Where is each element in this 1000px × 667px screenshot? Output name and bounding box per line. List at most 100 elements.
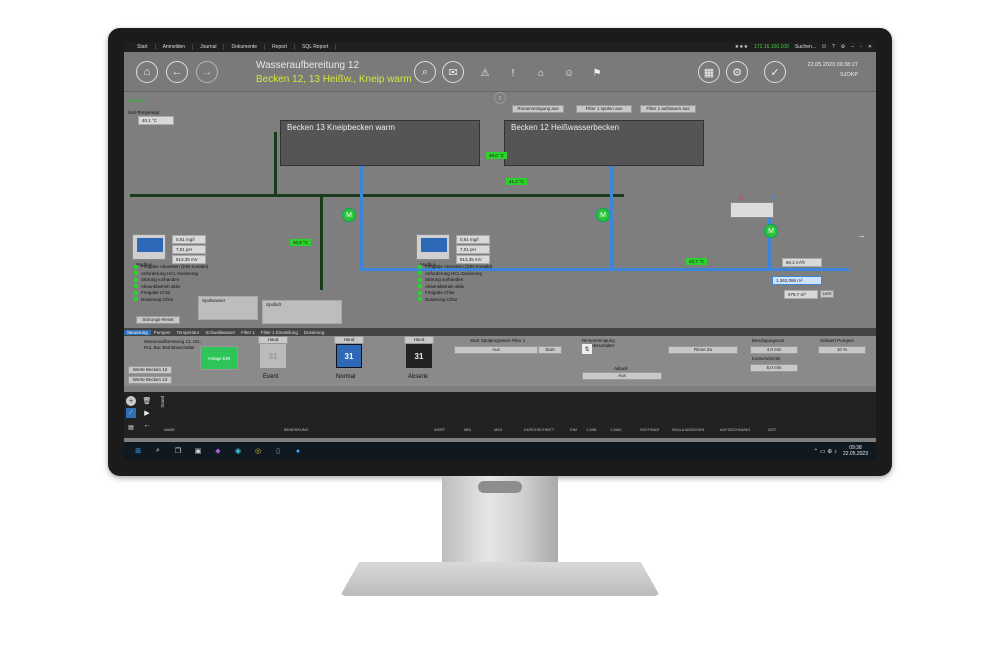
col-max[interactable]: MAX — [494, 428, 524, 432]
filter-spuelen-button[interactable]: Filter 1 spülen aus — [576, 105, 632, 113]
rinne-zu-button[interactable]: Rinne Zu — [668, 346, 738, 354]
add-icon[interactable]: + — [126, 396, 136, 406]
flow-volume: 979,7 m³ — [784, 290, 818, 299]
home-icon[interactable]: ⌂ — [136, 61, 158, 83]
col-aufzeichnung[interactable]: AUFZEICHNUNG — [720, 428, 768, 432]
clock[interactable]: 09:38 22.05.2023 — [843, 445, 868, 457]
tank-becken-13[interactable]: Becken 13 Kneipbecken warm — [280, 120, 480, 166]
spuelprogramm-select[interactable]: Aus — [454, 346, 538, 354]
menu-report[interactable]: Report — [265, 44, 296, 50]
settings-icon[interactable]: ⚙ — [841, 44, 845, 50]
chrome-icon[interactable]: ◎ — [252, 445, 264, 457]
col-ymax[interactable]: Y-MAX — [610, 428, 640, 432]
menu-start[interactable]: Start — [130, 44, 156, 50]
tab-dosierung[interactable]: Dosierung — [301, 330, 328, 335]
menu-sql-report[interactable]: SQL Report — [295, 44, 337, 50]
start-button[interactable]: Start — [538, 346, 562, 354]
beruhigungszeit-value[interactable]: 4,0 min — [750, 346, 798, 354]
confirm-icon[interactable]: ✓ — [764, 61, 786, 83]
hand-button-event[interactable]: Hand — [258, 336, 288, 344]
konservierzeit-value[interactable]: 5,0 min — [750, 364, 798, 372]
col-wert[interactable]: WERT — [434, 428, 464, 432]
tab-filter1[interactable]: Filter 1 — [238, 330, 258, 335]
lern-button[interactable]: Lern — [820, 290, 834, 298]
house-icon: ⌂ — [738, 192, 744, 202]
gear-icon[interactable]: ⚙ — [726, 61, 748, 83]
search-icon[interactable]: ⌕ — [152, 445, 164, 457]
scroll-up-icon[interactable]: ↑ — [494, 92, 506, 104]
message-icon[interactable]: ✉ — [442, 61, 464, 83]
app-icon[interactable]: ● — [292, 445, 304, 457]
search-input[interactable]: Suchen... — [795, 44, 816, 50]
tab-pumpen[interactable]: Pumpen — [151, 330, 174, 335]
maximize-icon[interactable]: ▫ — [860, 44, 862, 50]
stand-cable-hole — [478, 481, 522, 493]
zoom-icon[interactable]: ⌕ — [414, 61, 436, 83]
tab-filter1-einstellung[interactable]: Filter 1 Einstellung — [258, 330, 301, 335]
undo-icon[interactable]: ← — [142, 420, 152, 430]
windows-start-icon[interactable]: ⊞ — [132, 445, 144, 457]
col-bemerkung[interactable]: BEMERKUNG — [284, 428, 434, 432]
hand-button-absenk[interactable]: Hand — [404, 336, 434, 344]
back-icon[interactable]: ← — [166, 61, 188, 83]
status-led — [418, 264, 422, 269]
pump-motor-1[interactable]: M — [342, 208, 356, 222]
col-zeit[interactable]: ZEIT — [768, 428, 788, 432]
col-ymin[interactable]: Y-MIN — [586, 428, 610, 432]
forward-icon[interactable]: → — [196, 61, 218, 83]
stoerungs-reset-button[interactable]: Störungs-Reset — [136, 316, 180, 324]
scroll-right-icon[interactable]: → — [852, 226, 870, 244]
delete-icon[interactable]: 🗑 — [142, 396, 152, 406]
col-sichtbar[interactable]: SICHTBAR — [640, 428, 672, 432]
col-dim[interactable]: DIM — [570, 428, 586, 432]
file-icon[interactable]: ▯ — [272, 445, 284, 457]
calendar-event-icon[interactable]: 31 — [260, 344, 286, 368]
anlage-ein-button[interactable]: Anlage EIN — [200, 346, 238, 370]
minimize-icon[interactable]: – — [851, 44, 854, 50]
filter-aufstauen-button[interactable]: Filter 1 aufstauen aus — [640, 105, 696, 113]
menu-dokumente[interactable]: Dokumente — [224, 44, 266, 50]
tab-steuerung[interactable]: Steuerung — [124, 329, 151, 335]
menu-journal[interactable]: Journal — [193, 44, 225, 50]
spuelprogramm-label: Start Spülprogramm Filter 1 — [470, 338, 526, 343]
photos-icon[interactable]: ▣ — [192, 445, 204, 457]
play-icon[interactable]: ▶ — [142, 408, 152, 418]
alarm-off-icon[interactable]: ⚠ — [476, 64, 494, 82]
tab-temperatur[interactable]: Temperatur — [174, 330, 203, 335]
power-icon[interactable]: ⏻ — [822, 44, 826, 50]
tab-schwallwasser[interactable]: Schwallwasser — [202, 330, 238, 335]
soll-temp-value[interactable]: 40,1 °C — [138, 116, 174, 125]
trend-chart-icon[interactable]: ⟋ — [126, 408, 136, 418]
werte-becken-13-button[interactable]: Werte Becken 13 — [128, 376, 172, 384]
calendar-normal-icon[interactable]: 31 — [336, 344, 362, 368]
switch-icon[interactable]: ⇅ — [582, 344, 592, 354]
modbus-device-1[interactable] — [132, 234, 166, 260]
help-icon[interactable]: ? — [832, 44, 835, 50]
rinnenreinigung-button[interactable]: Rinnenreinigung aus — [512, 105, 564, 113]
visual-studio-icon[interactable]: ◆ — [212, 445, 224, 457]
datetime: 22.05.2023 09:38:27 SJOKP — [807, 62, 858, 78]
col-min[interactable]: MIN — [464, 428, 494, 432]
col-name[interactable]: NAME — [164, 428, 284, 432]
browser-icon[interactable]: ◉ — [232, 445, 244, 457]
col-durchschnitt[interactable]: DURCHSCHNITT — [524, 428, 570, 432]
hand-button-normal[interactable]: Hand — [334, 336, 364, 344]
calendar-absenk-icon[interactable]: 31 — [406, 344, 432, 368]
werte-becken-12-button[interactable]: Werte Becken 12 — [128, 366, 172, 374]
table-icon[interactable]: ▤ — [126, 422, 136, 432]
building-icon[interactable]: ⌂ — [532, 64, 550, 82]
pump-motor-3[interactable]: M — [764, 224, 778, 238]
tank-becken-12[interactable]: Becken 12 Heißwasserbecken — [504, 120, 704, 166]
pump-motor-2[interactable]: M — [596, 208, 610, 222]
user-icon[interactable]: ☺ — [560, 64, 578, 82]
modbus-device-2[interactable] — [416, 234, 450, 260]
alarm-icon[interactable]: ! — [504, 64, 522, 82]
close-icon[interactable]: ✕ — [868, 44, 872, 50]
group-icon[interactable]: ⚑ — [588, 64, 606, 82]
sollwert-pumpen-value[interactable]: 10 % — [818, 346, 866, 354]
col-skala[interactable]: SKALA ANZEIGEN — [672, 428, 720, 432]
menu-anmelden[interactable]: Anmelden — [156, 44, 194, 50]
task-view-icon[interactable]: ❐ — [172, 445, 184, 457]
calendar-icon[interactable]: ▦ — [698, 61, 720, 83]
user-name: SJOKP — [839, 72, 858, 78]
